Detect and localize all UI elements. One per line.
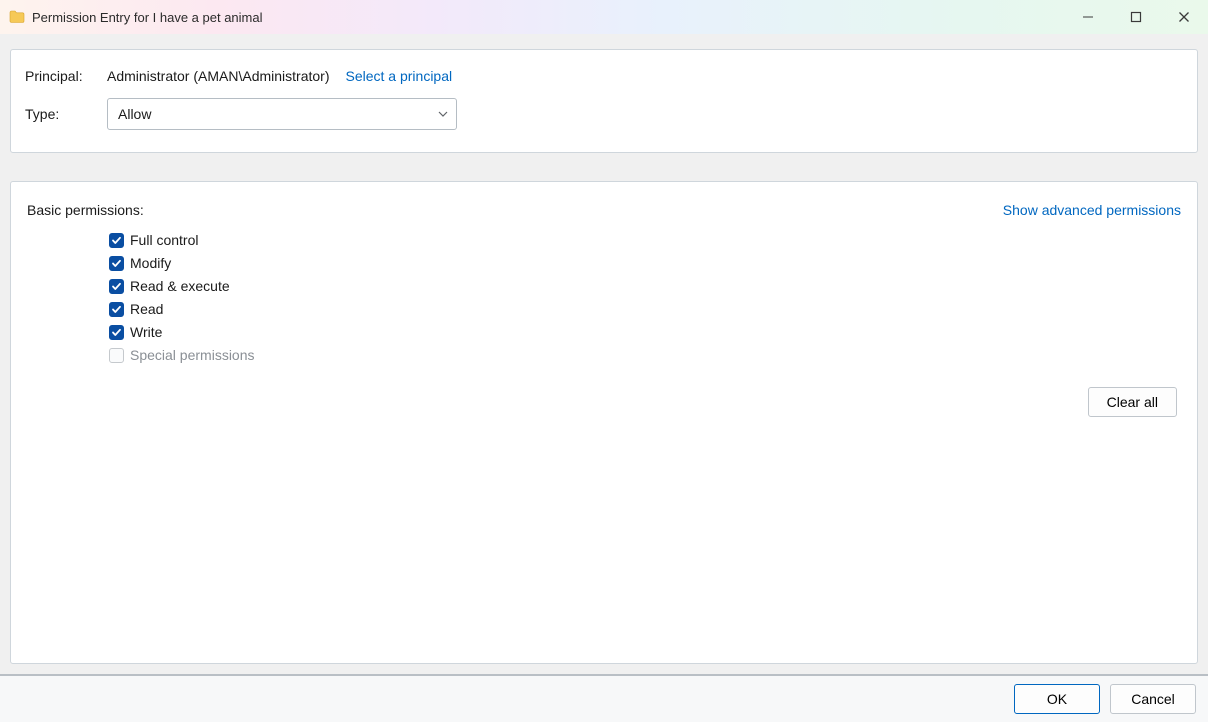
permission-checkbox <box>109 348 124 363</box>
basic-permissions-heading: Basic permissions: <box>27 202 144 218</box>
type-select[interactable]: Allow <box>107 98 457 130</box>
principal-value: Administrator (AMAN\Administrator) <box>107 68 330 84</box>
permission-label: Write <box>130 324 162 340</box>
permission-item: Read <box>109 301 1181 317</box>
permission-checkbox[interactable] <box>109 302 124 317</box>
permission-item: Read & execute <box>109 278 1181 294</box>
minimize-button[interactable] <box>1064 0 1112 34</box>
type-label: Type: <box>25 106 107 122</box>
titlebar: Permission Entry for I have a pet animal <box>0 0 1208 34</box>
principal-type-panel: Principal: Administrator (AMAN\Administr… <box>10 49 1198 153</box>
permission-item: Full control <box>109 232 1181 248</box>
chevron-down-icon <box>437 108 449 120</box>
permission-item: Modify <box>109 255 1181 271</box>
permission-label: Read & execute <box>130 278 230 294</box>
window-controls <box>1064 0 1208 34</box>
close-button[interactable] <box>1160 0 1208 34</box>
permission-label: Full control <box>130 232 198 248</box>
maximize-button[interactable] <box>1112 0 1160 34</box>
type-select-value: Allow <box>118 106 151 122</box>
principal-label: Principal: <box>25 68 107 84</box>
permission-checkbox[interactable] <box>109 279 124 294</box>
permission-checkbox[interactable] <box>109 233 124 248</box>
permissions-list: Full control Modify Read & execute Read Writ… <box>27 232 1181 363</box>
basic-permissions-panel: Basic permissions: Show advanced permiss… <box>10 181 1198 664</box>
clear-all-button[interactable]: Clear all <box>1088 387 1177 417</box>
principal-row: Principal: Administrator (AMAN\Administr… <box>25 68 1183 84</box>
permission-checkbox[interactable] <box>109 325 124 340</box>
permission-label: Read <box>130 301 163 317</box>
select-principal-link[interactable]: Select a principal <box>346 68 453 84</box>
permission-entry-dialog: Permission Entry for I have a pet animal… <box>0 0 1208 722</box>
show-advanced-permissions-link[interactable]: Show advanced permissions <box>1003 202 1181 218</box>
type-select-wrap: Allow <box>107 98 457 130</box>
folder-icon <box>8 8 26 26</box>
permissions-header-row: Basic permissions: Show advanced permiss… <box>27 202 1181 218</box>
cancel-button[interactable]: Cancel <box>1110 684 1196 714</box>
permission-item: Special permissions <box>109 347 1181 363</box>
permission-label: Special permissions <box>130 347 255 363</box>
type-row: Type: Allow <box>25 98 1183 130</box>
permission-checkbox[interactable] <box>109 256 124 271</box>
ok-button[interactable]: OK <box>1014 684 1100 714</box>
permission-item: Write <box>109 324 1181 340</box>
window-title: Permission Entry for I have a pet animal <box>32 10 263 25</box>
content-area: Principal: Administrator (AMAN\Administr… <box>0 34 1208 674</box>
permission-label: Modify <box>130 255 171 271</box>
dialog-footer: OK Cancel <box>0 674 1208 722</box>
